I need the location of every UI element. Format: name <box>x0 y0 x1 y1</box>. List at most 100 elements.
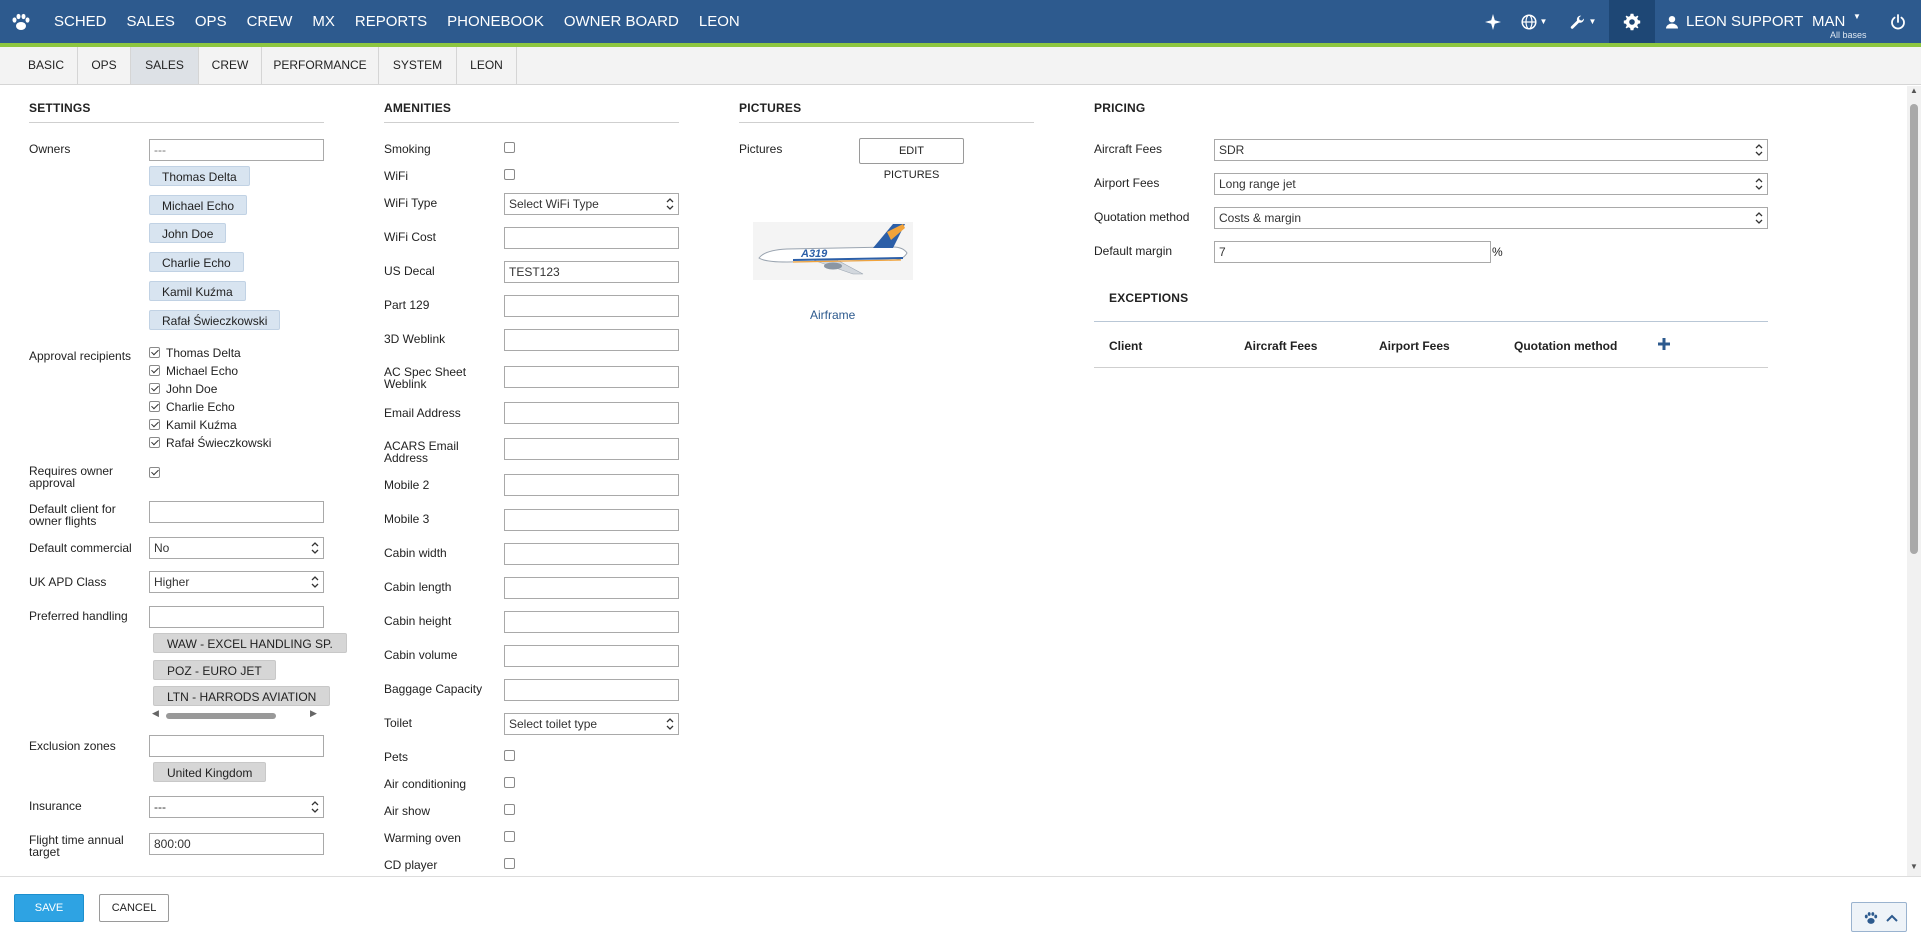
nav-crew[interactable]: CREW <box>237 0 303 43</box>
cabin-width-input[interactable] <box>504 543 679 565</box>
scroll-right-icon[interactable]: ▶ <box>310 708 317 719</box>
approval-checkbox[interactable] <box>149 437 160 448</box>
picture-caption[interactable]: Airframe <box>810 309 855 321</box>
approval-checkbox[interactable] <box>149 383 160 394</box>
aircraft-type-text: A319 <box>800 248 828 260</box>
approval-checkbox[interactable] <box>149 347 160 358</box>
nav-phonebook[interactable]: PHONEBOOK <box>437 0 554 43</box>
aircraft-picture[interactable]: A319 <box>753 222 913 280</box>
globe-icon[interactable]: ▼ <box>1516 0 1552 43</box>
paw-logo-icon[interactable] <box>10 11 32 33</box>
select-value: Select toilet type <box>509 717 598 731</box>
cabin-height-input[interactable] <box>504 611 679 633</box>
air-conditioning-checkbox[interactable] <box>504 777 515 788</box>
airport-fees-select[interactable]: Long range jet <box>1214 173 1768 195</box>
owner-chip[interactable]: Rafał Świeczkowski <box>149 310 281 330</box>
assistant-widget-button[interactable] <box>1851 902 1907 932</box>
nav-mx[interactable]: MX <box>302 0 345 43</box>
owner-chip[interactable]: Thomas Delta <box>149 166 250 186</box>
handling-chip[interactable]: WAW - EXCEL HANDLING SP. <box>153 633 347 653</box>
pets-checkbox[interactable] <box>504 750 515 761</box>
uk-apd-class-select[interactable]: Higher <box>149 571 324 593</box>
cabin-length-input[interactable] <box>504 577 679 599</box>
handling-chip[interactable]: LTN - HARRODS AVIATION <box>153 686 331 706</box>
tab-basic[interactable]: BASIC <box>15 47 78 84</box>
approval-checkbox[interactable] <box>149 365 160 376</box>
save-button[interactable]: SAVE <box>14 894 84 922</box>
smoking-checkbox[interactable] <box>504 142 515 153</box>
tab-ops[interactable]: OPS <box>78 47 131 84</box>
mobile-2-input[interactable] <box>504 474 679 496</box>
cancel-button[interactable]: CANCEL <box>99 894 169 922</box>
us-decal-input[interactable] <box>504 261 679 283</box>
email-address-input[interactable] <box>504 402 679 424</box>
aircraft-fees-select[interactable]: SDR <box>1214 139 1768 161</box>
quotation-method-select[interactable]: Costs & margin <box>1214 207 1768 229</box>
wifi-checkbox[interactable] <box>504 169 515 180</box>
owner-chip[interactable]: Michael Echo <box>149 195 248 215</box>
tab-performance[interactable]: PERFORMANCE <box>262 47 379 84</box>
user-menu[interactable]: LEON SUPPORT <box>1665 0 1803 43</box>
toilet-select[interactable]: Select toilet type <box>504 713 679 735</box>
base-selector[interactable]: MAN ▼ All bases <box>1812 0 1872 43</box>
pets-label: Pets <box>384 750 409 764</box>
default-margin-input[interactable] <box>1214 241 1491 263</box>
ac-spec-sheet-input[interactable] <box>504 366 679 388</box>
warming-oven-checkbox[interactable] <box>504 831 515 842</box>
cabin-volume-input[interactable] <box>504 645 679 667</box>
scroll-up-icon[interactable]: ▲ <box>1910 86 1918 95</box>
chevron-down-icon: ▼ <box>1853 12 1861 21</box>
settings-gear-icon[interactable] <box>1609 0 1655 43</box>
wrench-icon[interactable]: ▼ <box>1565 0 1601 43</box>
owner-chip[interactable]: Charlie Echo <box>149 252 244 272</box>
sparkle-icon[interactable] <box>1478 0 1508 43</box>
tab-leon[interactable]: LEON <box>457 47 517 84</box>
scroll-thumb[interactable] <box>1910 104 1918 554</box>
insurance-select[interactable]: --- <box>149 796 324 818</box>
approval-checkbox[interactable] <box>149 419 160 430</box>
scroll-left-icon[interactable]: ◀ <box>152 708 159 719</box>
nav-reports[interactable]: REPORTS <box>345 0 437 43</box>
cd-player-checkbox[interactable] <box>504 858 515 869</box>
horizontal-scrollbar[interactable]: ◀ ▶ <box>148 708 320 722</box>
nav-sched[interactable]: SCHED <box>44 0 117 43</box>
requires-owner-approval-checkbox[interactable] <box>149 467 160 478</box>
nav-sales[interactable]: SALES <box>117 0 185 43</box>
vertical-scrollbar[interactable]: ▲ ▼ <box>1907 86 1921 876</box>
preferred-handling-input[interactable] <box>149 606 324 628</box>
add-exception-plus-icon[interactable] <box>1657 337 1671 351</box>
owner-chip[interactable]: Kamil Kuźma <box>149 281 246 301</box>
approval-checkbox[interactable] <box>149 401 160 412</box>
edit-pictures-button[interactable]: EDIT PICTURES <box>859 138 964 181</box>
baggage-capacity-input[interactable] <box>504 679 679 701</box>
default-client-input[interactable] <box>149 501 324 523</box>
tab-system[interactable]: SYSTEM <box>379 47 457 84</box>
nav-leon[interactable]: LEON <box>689 0 750 43</box>
acars-email-label: ACARS Email Address <box>384 439 459 465</box>
select-arrows-icon <box>311 801 319 813</box>
owners-input[interactable] <box>149 139 324 161</box>
nav-ops[interactable]: OPS <box>185 0 237 43</box>
default-commercial-select[interactable]: No <box>149 537 324 559</box>
tab-sales[interactable]: SALES <box>131 47 199 84</box>
wifi-type-select[interactable]: Select WiFi Type <box>504 193 679 215</box>
air-show-checkbox[interactable] <box>504 804 515 815</box>
nav-owner-board[interactable]: OWNER BOARD <box>554 0 689 43</box>
3d-weblink-input[interactable] <box>504 329 679 351</box>
select-value: Costs & margin <box>1219 211 1302 225</box>
exclusion-zones-input[interactable] <box>149 735 324 757</box>
owner-chip[interactable]: John Doe <box>149 223 227 243</box>
part-129-input[interactable] <box>504 295 679 317</box>
top-navigation-bar: SCHED SALES OPS CREW MX REPORTS PHONEBOO… <box>0 0 1921 47</box>
scroll-thumb[interactable] <box>166 713 276 719</box>
mobile-3-input[interactable] <box>504 509 679 531</box>
power-icon[interactable] <box>1883 0 1913 43</box>
scroll-down-icon[interactable]: ▼ <box>1910 862 1918 871</box>
handling-chip[interactable]: POZ - EURO JET <box>153 660 276 680</box>
exclusion-zone-chip[interactable]: United Kingdom <box>153 762 267 782</box>
wifi-cost-input[interactable] <box>504 227 679 249</box>
flight-time-target-input[interactable] <box>149 833 324 855</box>
tab-crew[interactable]: CREW <box>199 47 262 84</box>
acars-email-input[interactable] <box>504 438 679 460</box>
select-value: No <box>154 541 170 555</box>
